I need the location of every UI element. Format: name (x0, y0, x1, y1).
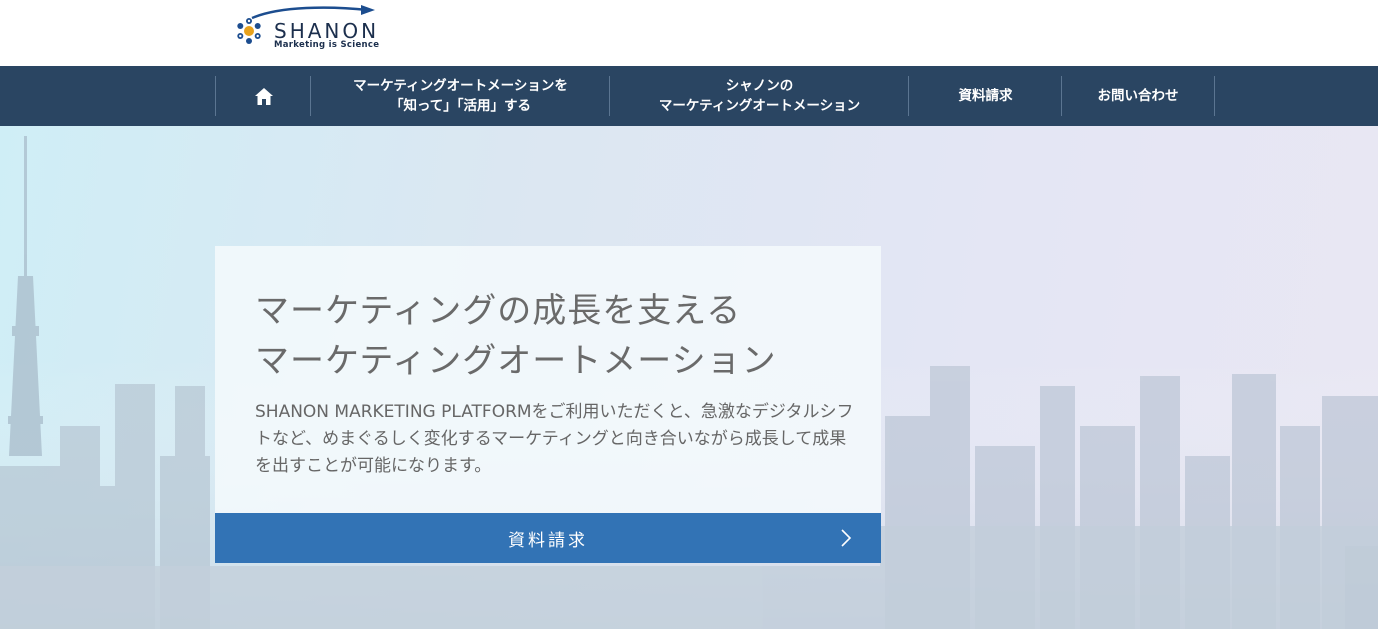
global-nav: マーケティングオートメーションを 「知って」「活用」する シャノンの マーケティ… (0, 66, 1378, 126)
hero-section: マーケティングの成長を支える マーケティングオートメーション SHANON MA… (0, 126, 1378, 629)
document-request-button[interactable]: 資料請求 (215, 513, 881, 563)
shanon-logo[interactable]: SHANON Marketing is Science (230, 4, 380, 52)
chevron-right-icon (841, 529, 852, 547)
nav-learn-ma-label: マーケティングオートメーションを 「知って」「活用」する (353, 78, 568, 114)
nav-contact[interactable]: お問い合わせ (1061, 76, 1215, 116)
nav-learn-ma[interactable]: マーケティングオートメーションを 「知って」「活用」する (310, 76, 610, 116)
nav-shanon-ma[interactable]: シャノンの マーケティングオートメーション (609, 76, 909, 116)
nav-shanon-ma-label: シャノンの マーケティングオートメーション (658, 78, 861, 114)
document-request-button-label: 資料請求 (508, 530, 588, 551)
home-icon (254, 87, 273, 105)
site-header: SHANON Marketing is Science (0, 0, 1378, 66)
nav-document-request-label: 資料請求 (958, 88, 1013, 104)
nav-home[interactable] (215, 76, 311, 116)
hero-title: マーケティングの成長を支える マーケティングオートメーション (255, 291, 777, 381)
logo-tagline: Marketing is Science (274, 40, 380, 50)
nav-document-request[interactable]: 資料請求 (908, 76, 1062, 116)
hero-description: SHANON MARKETING PLATFORMをご利用いただくと、急激なデジ… (255, 402, 854, 476)
logo-wordmark: SHANON (274, 19, 380, 43)
hero-card: マーケティングの成長を支える マーケティングオートメーション SHANON MA… (215, 246, 881, 513)
nav-contact-label: お問い合わせ (1097, 88, 1179, 104)
